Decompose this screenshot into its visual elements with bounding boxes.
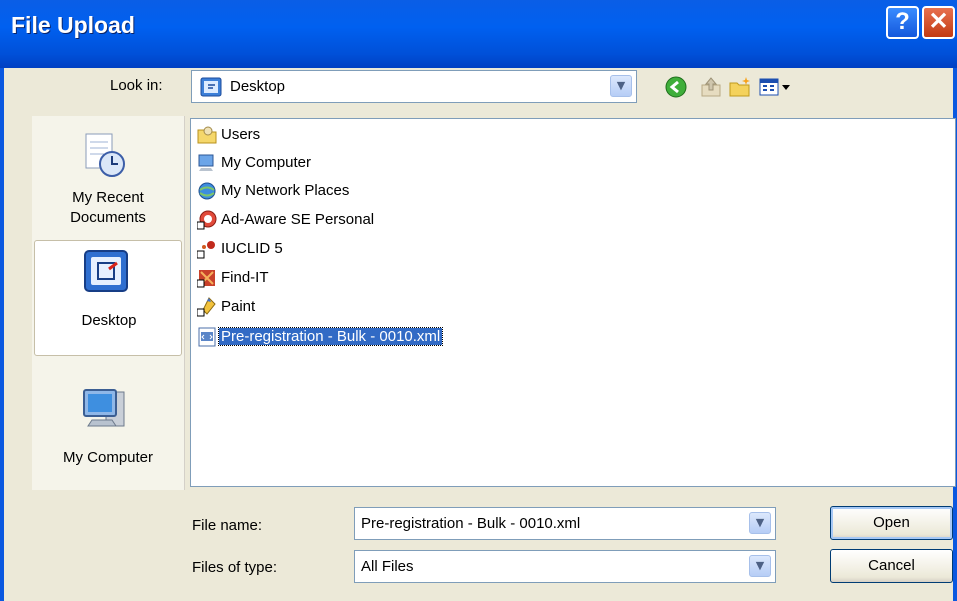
up-folder-icon[interactable] bbox=[699, 75, 723, 99]
desktop-icon bbox=[84, 250, 128, 292]
recent-documents-icon bbox=[85, 133, 125, 177]
window-title: File Upload bbox=[11, 12, 135, 38]
chevron-down-icon[interactable]: ▼ bbox=[749, 512, 771, 534]
file-type-dropdown[interactable]: All Files ▼ bbox=[354, 550, 776, 583]
look-in-label: Look in: bbox=[110, 77, 163, 94]
close-button[interactable]: ✕ bbox=[922, 6, 955, 39]
list-item[interactable]: Find-IT bbox=[197, 266, 797, 291]
place-desktop[interactable]: Desktop bbox=[34, 240, 182, 356]
look-in-value: Desktop bbox=[230, 78, 286, 95]
file-name: My Computer bbox=[221, 154, 312, 171]
list-item[interactable]: My Computer bbox=[197, 151, 797, 176]
chevron-down-icon[interactable]: ▼ bbox=[610, 75, 632, 97]
file-name: IUCLID 5 bbox=[221, 240, 283, 257]
file-name: Users bbox=[221, 126, 261, 143]
cancel-button[interactable]: Cancel bbox=[830, 549, 953, 583]
list-item[interactable]: IUCLID 5 bbox=[197, 237, 797, 262]
paint-shortcut-icon bbox=[197, 297, 216, 317]
file-name-label: File name: bbox=[192, 517, 263, 534]
file-name: My Network Places bbox=[221, 182, 350, 199]
file-list[interactable]: Users My Computer My Network Places Ad-A… bbox=[190, 118, 956, 487]
file-type-value: All Files bbox=[361, 558, 414, 575]
open-button[interactable]: Open bbox=[830, 506, 953, 540]
list-item[interactable]: Paint bbox=[197, 295, 797, 320]
look-in-dropdown[interactable]: Desktop ▼ bbox=[191, 70, 637, 103]
file-name-value: Pre-registration - Bulk - 0010.xml bbox=[361, 515, 581, 532]
my-computer-icon bbox=[83, 389, 125, 427]
file-name: Find-IT bbox=[221, 269, 269, 286]
place-my-recent-documents[interactable]: My Recent Documents bbox=[34, 118, 182, 234]
file-name-input[interactable]: Pre-registration - Bulk - 0010.xml ▼ bbox=[354, 507, 776, 540]
file-name: Pre-registration - Bulk - 0010.xml bbox=[217, 327, 444, 346]
list-item[interactable]: My Network Places bbox=[197, 179, 797, 204]
ad-aware-shortcut-icon bbox=[197, 210, 217, 230]
chevron-down-icon[interactable]: ▼ bbox=[749, 555, 771, 577]
list-item[interactable]: Ad-Aware SE Personal bbox=[197, 208, 797, 233]
file-name: Paint bbox=[221, 298, 256, 315]
find-it-shortcut-icon bbox=[197, 270, 215, 288]
list-item[interactable]: Users bbox=[197, 123, 797, 148]
place-my-computer[interactable]: My Computer bbox=[34, 362, 182, 478]
places-bar: My Recent Documents Desktop My Computer bbox=[32, 116, 185, 490]
iuclid-shortcut-icon bbox=[197, 241, 215, 259]
place-label: Documents bbox=[70, 209, 146, 226]
help-button[interactable]: ? bbox=[886, 6, 919, 39]
my-computer-icon bbox=[198, 154, 214, 171]
file-upload-dialog: File Upload ? ✕ Look in: Desktop ▼ My Re… bbox=[0, 0, 957, 601]
title-bar[interactable]: File Upload ? ✕ bbox=[0, 0, 957, 68]
place-label: My Computer bbox=[62, 449, 154, 466]
xml-file-icon bbox=[198, 327, 216, 347]
folder-icon bbox=[197, 126, 217, 144]
file-name: Ad-Aware SE Personal bbox=[221, 211, 375, 228]
place-label: Desktop bbox=[81, 312, 137, 329]
views-menu-icon[interactable] bbox=[758, 75, 792, 99]
list-item-selected[interactable]: Pre-registration - Bulk - 0010.xml bbox=[197, 325, 797, 350]
file-type-label: Files of type: bbox=[192, 559, 278, 576]
new-folder-icon[interactable] bbox=[728, 75, 752, 99]
network-places-icon bbox=[198, 182, 216, 200]
back-icon[interactable] bbox=[664, 75, 688, 99]
dialog-body: Look in: Desktop ▼ My Recent Documents D… bbox=[4, 68, 956, 601]
place-label: My Recent bbox=[72, 189, 144, 206]
desktop-icon bbox=[200, 77, 222, 97]
